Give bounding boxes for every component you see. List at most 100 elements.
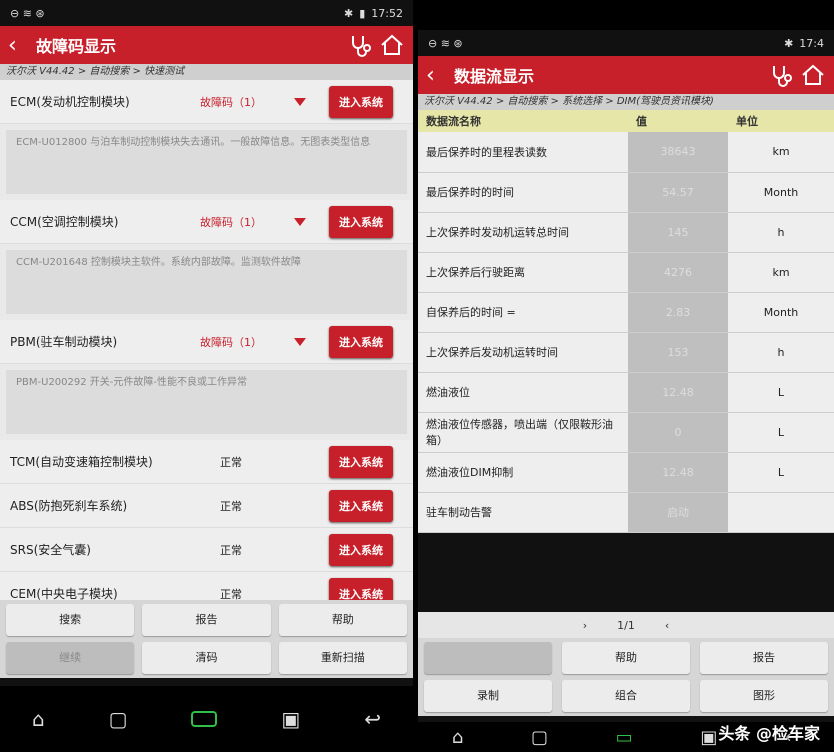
cell-name: 自保养后的时间 = [418,292,628,333]
back-arrow-icon[interactable]: ‹ [426,63,448,88]
status-left-icons: ⊖ ≋ ⊛ [10,6,45,20]
next-page-icon[interactable]: › [583,619,587,632]
report-button[interactable]: 报告 [142,604,271,636]
screenshot-icon[interactable]: ▣ [700,727,717,748]
clear-codes-button[interactable]: 清码 [142,642,271,674]
column-header-name: 数据流名称 [418,110,628,132]
ecu-name: ABS(防抱死刹车系统) [10,499,128,513]
table-row[interactable]: 驻车制动告警 启动 [418,492,834,533]
action-buttons: 帮助 报告 录制 组合 图形 [418,638,834,716]
column-header-value: 值 [628,110,728,132]
expand-triangle-icon[interactable] [294,337,306,346]
expand-triangle-icon[interactable] [294,217,306,226]
cell-unit: h [728,212,834,253]
enter-system-button[interactable]: 进入系统 [329,445,393,478]
ecu-status: 正常 [220,499,242,513]
stethoscope-icon[interactable] [768,62,794,88]
ecu-name: TCM(自动变速箱控制模块) [10,455,153,469]
home-icon[interactable]: ⌂ [452,727,463,748]
cell-name: 驻车制动告警 [418,492,628,533]
table-row[interactable]: 燃油液位传感器，喷出端（仅限鞍形油箱） 0 L [418,412,834,453]
ecu-row-abs: ABS(防抱死刹车系统) 正常 进入系统 [0,484,413,528]
ecu-status: 故障码（1） [200,95,262,109]
prev-page-icon[interactable]: ‹ [665,619,669,632]
table-row[interactable]: 自保养后的时间 = 2.83 Month [418,292,834,333]
action-buttons: 搜索 报告 帮助 继续 清码 重新扫描 [0,600,413,678]
help-button[interactable]: 帮助 [278,604,407,636]
cell-value: 4276 [628,252,728,293]
cell-unit: L [728,412,834,453]
data-stream-screen: ⊖ ≋ ⊛ ✱ 17:4 ‹ 数据流显示 沃尔沃 V44.42 > 自动搜索 >… [418,30,834,752]
cell-name: 上次保养时发动机运转总时间 [418,212,628,253]
continue-button[interactable]: 继续 [6,642,135,674]
title-bar: ‹ 故障码显示 [0,26,413,64]
status-bar: ⊖ ≋ ⊛ ✱ ▮ 17:52 [0,0,413,26]
graph-button[interactable]: 图形 [700,680,828,712]
cell-value: 启动 [628,492,728,533]
ecu-row-tcm: TCM(自动变速箱控制模块) 正常 进入系统 [0,440,413,484]
clock: 17:4 [799,36,824,50]
ecu-status: 故障码（1） [200,215,262,229]
vci-icon[interactable] [191,711,218,727]
enter-system-button[interactable]: 进入系统 [329,533,393,566]
help-button[interactable]: 帮助 [562,642,690,674]
bluetooth-icon: ✱ [344,6,354,20]
back-icon[interactable]: ↩ [364,707,381,731]
table-row[interactable]: 最后保养时的时间 54.57 Month [418,172,834,213]
table-row[interactable]: 燃油液位DIM抑制 12.48 L [418,452,834,493]
table-row[interactable]: 上次保养后发动机运转时间 153 h [418,332,834,373]
page-title: 故障码显示 [36,37,117,56]
ecu-row-srs: SRS(安全气囊) 正常 进入系统 [0,528,413,572]
page-title: 数据流显示 [454,67,535,86]
fault-detail: PBM-U200292 开关-元件故障-性能不良或工作异常 [6,370,407,434]
cell-value: 0 [628,412,728,453]
home-icon[interactable] [800,62,826,88]
cell-name: 最后保养时的时间 [418,172,628,213]
enter-system-button[interactable]: 进入系统 [329,489,393,522]
clock: 17:52 [371,6,403,20]
record-button[interactable]: 录制 [424,680,552,712]
search-button[interactable]: 搜索 [6,604,135,636]
blank-button[interactable] [424,642,552,674]
ecu-name: ECM(发动机控制模块) [10,95,130,109]
watermark: 头条 @检车家 [718,724,820,743]
pagination: › 1/1 ‹ [418,612,834,638]
cell-unit: Month [728,172,834,213]
cell-name: 燃油液位传感器，喷出端（仅限鞍形油箱） [418,412,628,453]
cell-unit: L [728,372,834,413]
home-icon[interactable]: ⌂ [32,707,45,731]
ecu-row-ecm: ECM(发动机控制模块) 故障码（1） 进入系统 [0,80,413,124]
table-row[interactable]: 上次保养后行驶距离 4276 km [418,252,834,293]
recent-apps-icon[interactable]: ▢ [109,707,128,731]
enter-system-button[interactable]: 进入系统 [329,85,393,118]
cell-name: 上次保养后发动机运转时间 [418,332,628,373]
ecu-name: SRS(安全气囊) [10,543,91,557]
cell-unit: Month [728,292,834,333]
enter-system-button[interactable]: 进入系统 [329,325,393,358]
cell-value: 54.57 [628,172,728,213]
battery-icon: ▮ [359,6,366,20]
fault-code-screen: ⊖ ≋ ⊛ ✱ ▮ 17:52 ‹ 故障码显示 沃尔沃 V44.42 > 自动搜… [0,0,413,752]
page-indicator: 1/1 [617,618,635,632]
table-row[interactable]: 上次保养时发动机运转总时间 145 h [418,212,834,253]
data-stream-table: 数据流名称 值 单位 最后保养时的里程表读数 38643 km 最后保养时的时间 54.… [418,110,834,533]
screenshot-icon[interactable]: ▣ [281,707,300,731]
ecu-list: ECM(发动机控制模块) 故障码（1） 进入系统 ECM-U012800 与泊车… [0,80,413,616]
breadcrumb: 沃尔沃 V44.42 > 自动搜索 > 快速测试 [0,64,413,80]
cell-unit: km [728,132,834,173]
back-arrow-icon[interactable]: ‹ [8,33,30,58]
enter-system-button[interactable]: 进入系统 [329,205,393,238]
table-row[interactable]: 最后保养时的里程表读数 38643 km [418,132,834,173]
stethoscope-icon[interactable] [347,32,373,58]
combine-button[interactable]: 组合 [562,680,690,712]
ecu-status: 正常 [220,543,242,557]
expand-triangle-icon[interactable] [294,97,306,106]
column-header-unit: 单位 [728,110,834,132]
report-button[interactable]: 报告 [700,642,828,674]
home-icon[interactable] [379,32,405,58]
recent-apps-icon[interactable]: ▢ [531,727,548,748]
rescan-button[interactable]: 重新扫描 [278,642,407,674]
vci-icon[interactable]: ▭ [616,727,633,748]
table-row[interactable]: 燃油液位 12.48 L [418,372,834,413]
ecu-status: 故障码（1） [200,335,262,349]
